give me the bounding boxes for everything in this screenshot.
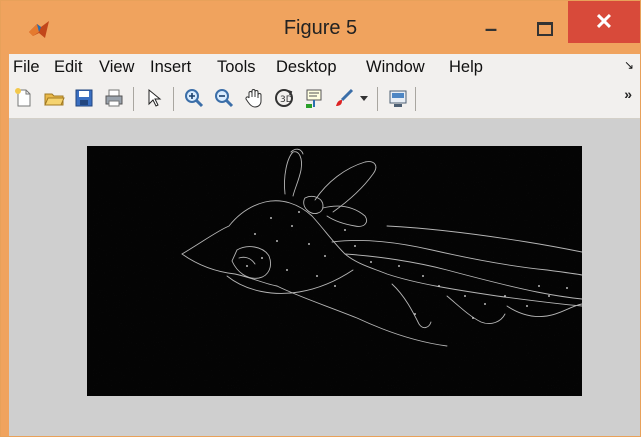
- menu-desktop[interactable]: Desktop: [276, 58, 337, 77]
- rotate-3d-icon[interactable]: 3D: [271, 85, 297, 111]
- brush-dropdown-icon[interactable]: [357, 85, 371, 111]
- toolbar-overflow-icon[interactable]: »: [624, 86, 632, 102]
- svg-text:3D: 3D: [280, 95, 293, 105]
- menu-insert[interactable]: Insert: [150, 58, 191, 77]
- close-icon: ✕: [594, 9, 614, 34]
- figure-toolbar: 3D »: [9, 80, 640, 119]
- maximize-icon: [537, 22, 553, 36]
- title-bar[interactable]: Figure 5 – ✕: [1, 1, 640, 54]
- close-button[interactable]: ✕: [568, 1, 640, 43]
- data-cursor-icon[interactable]: [301, 85, 327, 111]
- edit-plot-arrow-icon[interactable]: [141, 85, 167, 111]
- toolbar-separator: [133, 87, 134, 111]
- figure-canvas: [9, 119, 640, 436]
- menu-file[interactable]: File: [13, 58, 40, 77]
- zoom-in-icon[interactable]: [181, 85, 207, 111]
- image-axes[interactable]: [87, 146, 582, 396]
- brush-icon[interactable]: [331, 85, 357, 111]
- menu-window[interactable]: Window: [366, 58, 425, 77]
- menu-bar: File Edit View Insert Tools Desktop Wind…: [9, 54, 640, 80]
- link-plot-icon[interactable]: [385, 85, 411, 111]
- figure-window: Figure 5 – ✕ File Edit View Insert Tools…: [0, 0, 641, 437]
- menu-overflow-icon[interactable]: ↘: [624, 58, 634, 72]
- pan-hand-icon[interactable]: [241, 85, 267, 111]
- menu-view[interactable]: View: [99, 58, 134, 77]
- open-file-icon[interactable]: [41, 85, 67, 111]
- new-figure-icon[interactable]: [11, 85, 37, 111]
- zoom-out-icon[interactable]: [211, 85, 237, 111]
- menu-tools[interactable]: Tools: [217, 58, 256, 77]
- menu-edit[interactable]: Edit: [54, 58, 82, 77]
- maximize-button[interactable]: [519, 9, 571, 49]
- toolbar-separator: [377, 87, 378, 111]
- edge-detected-giraffe-image: [87, 146, 582, 396]
- toolbar-separator: [173, 87, 174, 111]
- minimize-button[interactable]: –: [471, 9, 511, 49]
- toolbar-separator: [415, 87, 416, 111]
- menu-help[interactable]: Help: [449, 58, 483, 77]
- save-icon[interactable]: [71, 85, 97, 111]
- print-icon[interactable]: [101, 85, 127, 111]
